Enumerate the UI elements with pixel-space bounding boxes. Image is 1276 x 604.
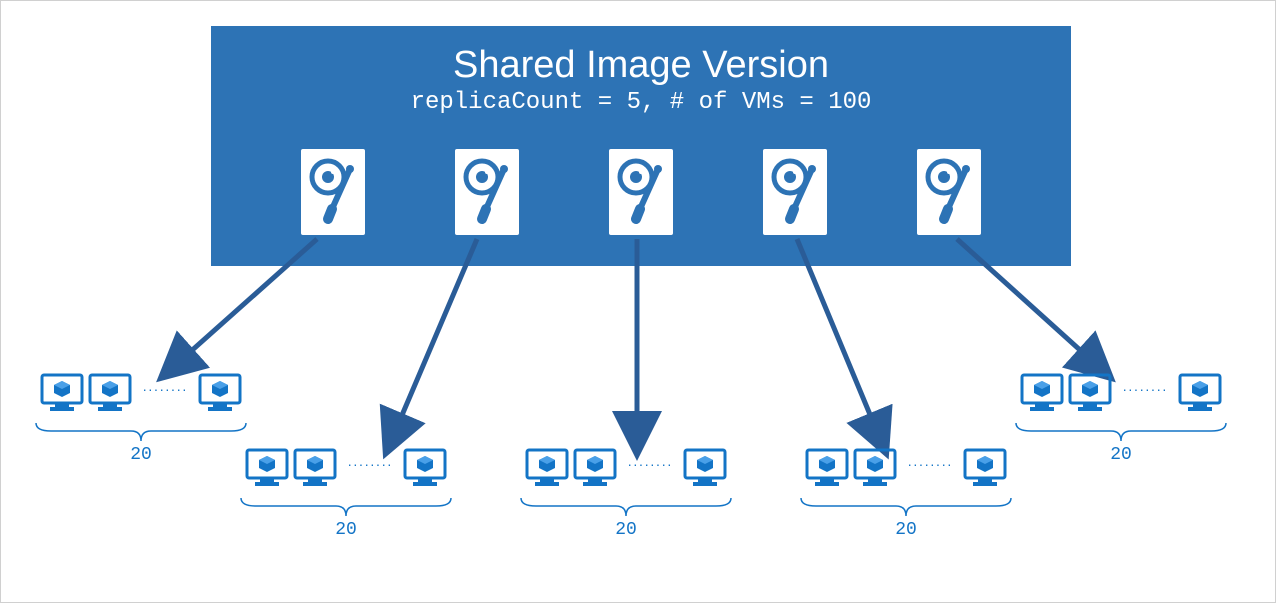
disk-icon [609,149,673,235]
vm-row: ········ [525,446,726,490]
vm-icon [525,446,569,490]
vm-icon [805,446,849,490]
vm-cluster: ········ 20 [796,446,1016,540]
cluster-count: 20 [335,520,357,540]
cluster-count: 20 [1110,445,1132,465]
vm-cluster: ········ 20 [31,371,251,465]
brace-icon [236,496,456,518]
replica-disks-row [211,149,1071,235]
vm-icon [853,446,897,490]
vm-cluster: ········ 20 [516,446,736,540]
vm-icon [198,371,242,415]
vm-row: ········ [805,446,1006,490]
cluster-count: 20 [130,445,152,465]
vm-icon [40,371,84,415]
vm-cluster: ········ 20 [236,446,456,540]
disk-icon [455,149,519,235]
panel-subtitle: replicaCount = 5, # of VMs = 100 [211,89,1071,116]
brace-icon [516,496,736,518]
vm-icon [88,371,132,415]
vm-icon [683,446,727,490]
ellipsis: ········ [347,456,392,472]
brace-icon [31,421,251,443]
vm-icon [293,446,337,490]
vm-row: ········ [245,446,446,490]
vm-icon [245,446,289,490]
ellipsis: ········ [142,381,187,397]
ellipsis: ········ [627,456,672,472]
vm-icon [963,446,1007,490]
ellipsis: ········ [907,456,952,472]
vm-icon [1068,371,1112,415]
vm-icon [573,446,617,490]
vm-row: ········ [40,371,241,415]
disk-icon [917,149,981,235]
brace-icon [796,496,1016,518]
panel-title: Shared Image Version [211,44,1071,87]
vm-row: ········ [1020,371,1221,415]
vm-icon [1178,371,1222,415]
disk-icon [763,149,827,235]
vm-icon [403,446,447,490]
vm-icon [1020,371,1064,415]
cluster-count: 20 [895,520,917,540]
brace-icon [1011,421,1231,443]
disk-icon [301,149,365,235]
vm-cluster: ········ 20 [1011,371,1231,465]
ellipsis: ········ [1122,381,1167,397]
cluster-count: 20 [615,520,637,540]
